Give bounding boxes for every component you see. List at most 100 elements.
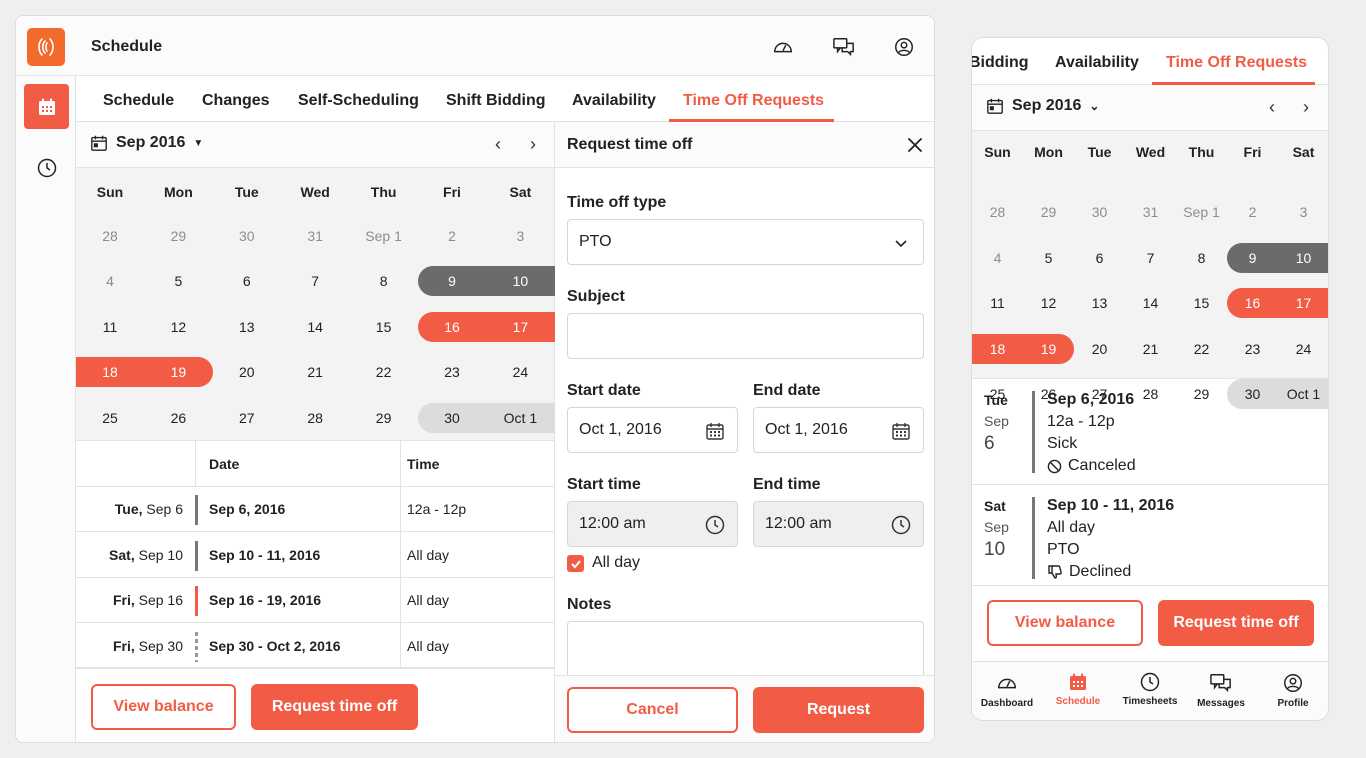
calendar-day[interactable]: 31 (1125, 197, 1176, 227)
calendar-day[interactable]: 11 (76, 312, 144, 342)
calendar-day[interactable]: 17 (1278, 288, 1328, 318)
calendar-day[interactable]: 4 (972, 243, 1023, 273)
nav-schedule[interactable]: Schedule (1043, 672, 1113, 707)
calendar-day[interactable]: 13 (213, 312, 281, 342)
calendar-day[interactable]: 6 (1074, 243, 1125, 273)
calendar-day[interactable]: Sep 1 (350, 221, 418, 251)
mobile-tab-time-off-requests[interactable]: Time Off Requests (1166, 54, 1307, 72)
tab-availability[interactable]: Availability (572, 92, 656, 110)
calendar-day[interactable]: 29 (350, 403, 418, 433)
list-item[interactable]: Sat Sep 10 Sep 10 - 11, 2016 All day PTO… (972, 485, 1328, 585)
calendar-day[interactable]: 15 (1176, 288, 1227, 318)
cancel-button[interactable]: Cancel (567, 687, 738, 733)
calendar-day[interactable]: 19 (1023, 334, 1074, 364)
calendar-day[interactable]: 28 (972, 197, 1023, 227)
mobile-view-balance-button[interactable]: View balance (987, 600, 1143, 646)
calendar-day[interactable]: 3 (1278, 197, 1328, 227)
table-row[interactable]: Fri, Sep 30 Sep 30 - Oct 2, 2016 All day (76, 624, 555, 669)
calendar-day[interactable]: 31 (281, 221, 349, 251)
calendar-day[interactable]: 15 (350, 312, 418, 342)
calendar-day[interactable]: 10 (1278, 243, 1328, 273)
messages-icon[interactable] (832, 35, 856, 59)
calendar-day[interactable]: 11 (972, 288, 1023, 318)
calendar-day[interactable]: 26 (144, 403, 212, 433)
calendar-day[interactable]: 2 (1227, 197, 1278, 227)
calendar-day[interactable]: 22 (350, 357, 418, 387)
calendar-day[interactable]: 29 (1023, 197, 1074, 227)
calendar-day[interactable]: Oct 1 (486, 403, 554, 433)
calendar-day[interactable]: 8 (1176, 243, 1227, 273)
table-row[interactable]: Fri, Sep 16 Sep 16 - 19, 2016 All day (76, 578, 555, 623)
calendar-day[interactable]: 4 (76, 266, 144, 296)
tab-self-scheduling[interactable]: Self-Scheduling (298, 92, 419, 110)
calendar-day[interactable]: 16 (1227, 288, 1278, 318)
end-date-input[interactable]: Oct 1, 2016 (753, 407, 924, 453)
nav-messages[interactable]: Messages (1186, 672, 1256, 709)
tab-changes[interactable]: Changes (202, 92, 270, 110)
rail-timesheets-button[interactable] (24, 145, 69, 190)
calendar-day[interactable]: 23 (1227, 334, 1278, 364)
mobile-month-selector[interactable]: Sep 2016 ⌄ (986, 97, 1099, 115)
end-time-input[interactable]: 12:00 am (753, 501, 924, 547)
calendar-day[interactable]: 7 (281, 266, 349, 296)
calendar-day[interactable]: 20 (1074, 334, 1125, 364)
calendar-day[interactable]: 6 (213, 266, 281, 296)
calendar-day[interactable]: 19 (144, 357, 212, 387)
mobile-tab-availability[interactable]: Availability (1055, 54, 1139, 72)
calendar-day[interactable]: 17 (486, 312, 554, 342)
mobile-request-time-off-button[interactable]: Request time off (1158, 600, 1314, 646)
calendar-day[interactable]: 13 (1074, 288, 1125, 318)
mobile-prev-month-button[interactable]: ‹ (1262, 97, 1282, 117)
calendar-day[interactable]: 16 (418, 312, 486, 342)
calendar-day[interactable]: 30 (418, 403, 486, 433)
notes-textarea[interactable] (567, 621, 924, 681)
calendar-day[interactable]: 27 (213, 403, 281, 433)
calendar-day[interactable]: 21 (1125, 334, 1176, 364)
nav-profile[interactable]: Profile (1258, 672, 1328, 709)
calendar-day[interactable]: 9 (1227, 243, 1278, 273)
calendar-day[interactable]: 21 (281, 357, 349, 387)
calendar-day[interactable]: 24 (1278, 334, 1328, 364)
nav-timesheets[interactable]: Timesheets (1115, 672, 1185, 707)
calendar-day[interactable]: Sep 1 (1176, 197, 1227, 227)
calendar-day[interactable]: 12 (1023, 288, 1074, 318)
start-time-input[interactable]: 12:00 am (567, 501, 738, 547)
calendar-day[interactable]: 5 (144, 266, 212, 296)
request-time-off-button[interactable]: Request time off (251, 684, 418, 730)
subject-input[interactable] (567, 313, 924, 359)
request-button[interactable]: Request (753, 687, 924, 733)
calendar-day[interactable]: 3 (486, 221, 554, 251)
calendar-day[interactable]: 12 (144, 312, 212, 342)
calendar-day[interactable]: 7 (1125, 243, 1176, 273)
calendar-day[interactable]: 14 (1125, 288, 1176, 318)
nav-dashboard[interactable]: Dashboard (972, 672, 1042, 709)
rail-schedule-button[interactable] (24, 84, 69, 129)
calendar-day[interactable]: 30 (213, 221, 281, 251)
profile-icon[interactable] (892, 35, 916, 59)
calendar-day[interactable]: 10 (486, 266, 554, 296)
calendar-day[interactable]: 28 (281, 403, 349, 433)
close-icon[interactable] (906, 136, 924, 154)
calendar-day[interactable]: 2 (418, 221, 486, 251)
mobile-tab-bidding[interactable]: Bidding (972, 54, 1029, 72)
calendar-day[interactable]: 20 (213, 357, 281, 387)
calendar-day[interactable]: 14 (281, 312, 349, 342)
mobile-next-month-button[interactable]: › (1296, 97, 1316, 117)
tab-time-off-requests[interactable]: Time Off Requests (683, 92, 824, 110)
calendar-day[interactable]: 25 (76, 403, 144, 433)
calendar-day[interactable]: 9 (418, 266, 486, 296)
table-row[interactable]: Tue, Sep 6 Sep 6, 2016 12a - 12p (76, 487, 555, 532)
view-balance-button[interactable]: View balance (91, 684, 236, 730)
calendar-day[interactable]: 29 (144, 221, 212, 251)
tab-schedule[interactable]: Schedule (103, 92, 174, 110)
start-date-input[interactable]: Oct 1, 2016 (567, 407, 738, 453)
table-row[interactable]: Sat, Sep 10 Sep 10 - 11, 2016 All day (76, 533, 555, 578)
calendar-day[interactable]: 22 (1176, 334, 1227, 364)
calendar-day[interactable]: 18 (76, 357, 144, 387)
calendar-day[interactable]: 18 (972, 334, 1023, 364)
month-selector[interactable]: Sep 2016 ▼ (90, 134, 203, 152)
calendar-day[interactable]: 5 (1023, 243, 1074, 273)
list-item[interactable]: Tue Sep 6 Sep 6, 2016 12a - 12p Sick Can… (972, 379, 1328, 485)
prev-month-button[interactable]: ‹ (488, 134, 508, 154)
all-day-checkbox[interactable] (567, 555, 584, 572)
